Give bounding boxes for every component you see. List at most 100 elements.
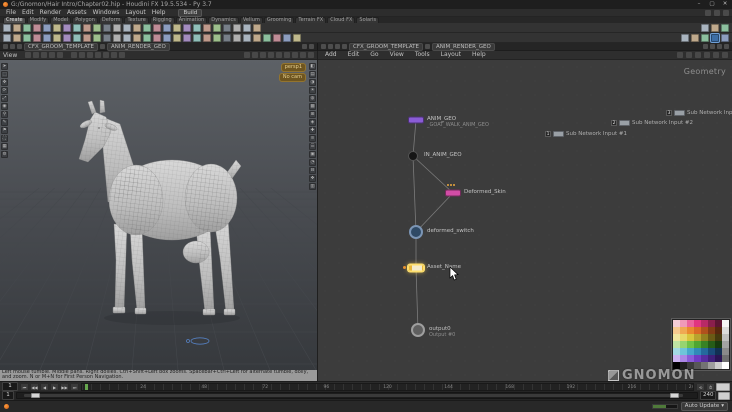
origin-gizmo[interactable] [187, 338, 210, 344]
network-toolbar-icon[interactable] [695, 52, 701, 58]
shelf-tool-icon[interactable] [721, 24, 729, 32]
desktop-selector[interactable]: Build [178, 9, 202, 17]
palette-swatch[interactable] [694, 341, 701, 348]
shelf-tool-icon[interactable] [233, 34, 241, 42]
palette-swatch[interactable] [687, 320, 694, 327]
subnet-input-tile[interactable] [619, 120, 630, 126]
shelf-tool-icon[interactable] [13, 34, 21, 42]
palette-swatch[interactable] [708, 362, 715, 369]
palette-swatch[interactable] [687, 327, 694, 334]
palette-swatch[interactable] [715, 327, 722, 334]
palette-swatch[interactable] [708, 355, 715, 362]
goat-model[interactable] [79, 100, 241, 315]
subnet-input-node[interactable]: 3Sub Network Input #3 [666, 110, 732, 116]
shelf-tool-icon[interactable] [53, 24, 61, 32]
palette-swatch[interactable] [680, 320, 687, 327]
palette-swatch[interactable] [722, 320, 729, 327]
viewport-toolbar-icon[interactable] [260, 52, 266, 58]
playhead[interactable] [85, 384, 88, 390]
viewport-toolbar-icon[interactable] [33, 52, 39, 58]
shelf-tool-icon[interactable] [143, 34, 151, 42]
viewport-toolbar-icon[interactable] [252, 52, 258, 58]
pane-menu-icon[interactable] [10, 44, 15, 49]
netmenu-view[interactable]: View [387, 51, 407, 59]
palette-swatch[interactable] [708, 327, 715, 334]
shelf-tool-icon[interactable] [13, 24, 21, 32]
display-option-icon[interactable]: ✚ [309, 127, 316, 134]
viewport-toolbar-icon[interactable] [103, 52, 109, 58]
palette-swatch[interactable] [694, 362, 701, 369]
shelf-tool-icon[interactable] [173, 24, 181, 32]
display-option-icon[interactable]: ⊟ [309, 167, 316, 174]
path-segment[interactable]: CFX_GROOM_TEMPLATE [349, 43, 423, 51]
netmenu-layout[interactable]: Layout [438, 51, 464, 59]
subnet-input-tile[interactable] [674, 110, 685, 116]
shelf-tool-icon[interactable] [701, 24, 709, 32]
current-frame-field[interactable]: 1 [2, 382, 18, 391]
netmenu-add[interactable]: Add [322, 51, 340, 59]
shelf-tool-icon[interactable] [73, 24, 81, 32]
viewport-toolbar-icon[interactable] [87, 52, 93, 58]
node-shape[interactable] [409, 225, 423, 239]
palette-swatch[interactable] [673, 355, 680, 362]
palette-swatch[interactable] [722, 341, 729, 348]
viewport-view-button[interactable]: View [3, 52, 17, 59]
transport-button[interactable]: ⏮ [20, 383, 29, 391]
viewport-toolbar-icon[interactable] [25, 52, 31, 58]
palette-swatch[interactable] [673, 341, 680, 348]
shelf-tool-icon[interactable] [681, 34, 689, 42]
shelf-tool-icon[interactable] [183, 34, 191, 42]
range-start-field[interactable]: 1 [2, 391, 14, 400]
shelf-tool-icon[interactable] [23, 34, 31, 42]
shelf-tool-icon[interactable] [711, 24, 719, 32]
node-shape[interactable] [445, 190, 461, 197]
menu-help[interactable]: Help [149, 9, 169, 17]
palette-swatch[interactable] [708, 320, 715, 327]
palette-swatch[interactable] [673, 327, 680, 334]
display-option-icon[interactable]: ☀ [309, 87, 316, 94]
palette-swatch[interactable] [708, 348, 715, 355]
viewport-toolbar-icon[interactable] [292, 52, 298, 58]
shelf-tool-icon[interactable] [123, 34, 131, 42]
display-option-icon[interactable]: ≋ [309, 135, 316, 142]
palette-swatch[interactable] [701, 355, 708, 362]
shelf-tool-icon[interactable] [113, 34, 121, 42]
viewport-toolbar-icon[interactable] [95, 52, 101, 58]
palette-swatch[interactable] [722, 355, 729, 362]
display-option-icon[interactable]: ◧ [309, 63, 316, 70]
shelf-tool-icon[interactable] [163, 24, 171, 32]
shelf-tool-icon[interactable] [173, 34, 181, 42]
transport-button[interactable]: ⏭ [70, 383, 79, 391]
display-option-icon[interactable]: ◔ [309, 159, 316, 166]
viewport-tool-icon[interactable]: ⤢ [1, 95, 8, 102]
transport-button[interactable]: ◀ [40, 383, 49, 391]
netmenu-go[interactable]: Go [367, 51, 381, 59]
palette-swatch[interactable] [715, 355, 722, 362]
shelf-tool-icon[interactable] [63, 34, 71, 42]
network-canvas[interactable]: Geometry ANIM_GEO_GOAT_WALK_ANIM_GEOIN_A… [318, 60, 732, 381]
viewport-toolbar-icon[interactable] [300, 52, 306, 58]
pane-menu-icon[interactable] [321, 44, 326, 49]
shelf-tool-icon[interactable] [203, 34, 211, 42]
shelf-tool-icon[interactable] [143, 24, 151, 32]
viewport-tool-icon[interactable]: ✎ [1, 119, 8, 126]
palette-swatch[interactable] [701, 334, 708, 341]
pane-menu-icon[interactable] [328, 44, 333, 49]
palette-swatch[interactable] [673, 362, 680, 369]
pane-option-icon[interactable] [710, 44, 715, 49]
palette-swatch[interactable] [687, 355, 694, 362]
viewport-camera-pill[interactable]: No cam [279, 73, 306, 82]
pane-option-icon[interactable] [724, 44, 729, 49]
node-shape[interactable] [408, 151, 418, 161]
maximize-button[interactable]: ▢ [708, 0, 716, 9]
network-toolbar-icon[interactable] [713, 52, 719, 58]
shelf-tool-icon[interactable] [73, 34, 81, 42]
pane-menu-icon[interactable] [3, 44, 8, 49]
palette-swatch[interactable] [673, 334, 680, 341]
node-shape[interactable] [408, 117, 424, 124]
shelf-tool-icon[interactable] [3, 34, 11, 42]
palette-swatch[interactable] [680, 362, 687, 369]
scene-viewport[interactable]: ➤⬚✥⟳⤢◉⚲✎⚑⛶▦⚙ ◧▤◑☀◍▩⊞◈✚≋☰▣◔⊟❖▥ persp1No c… [0, 60, 317, 370]
viewport-toolbar-icon[interactable] [244, 52, 250, 58]
network-toolbar-icon[interactable] [677, 52, 683, 58]
